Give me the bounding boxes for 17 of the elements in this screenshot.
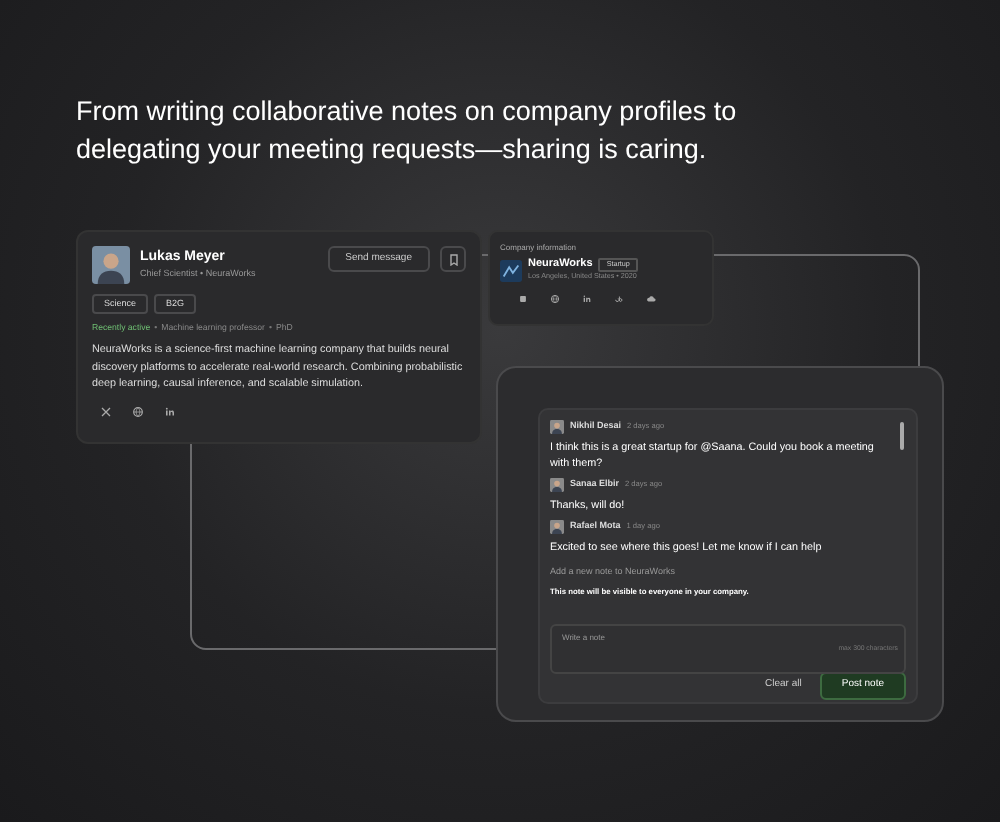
cloud-icon[interactable] (646, 294, 656, 304)
company-logo (500, 259, 522, 281)
globe-icon[interactable] (132, 406, 144, 419)
scrollbar[interactable] (900, 422, 904, 450)
avatar (550, 520, 564, 534)
square-icon[interactable] (518, 294, 528, 304)
bookmark-icon (447, 253, 459, 265)
linkedin-icon[interactable] (582, 294, 592, 304)
headline: From writing collaborative notes on company profiles to delegating your meeting requests—sharing is caring. (76, 94, 739, 168)
cb-logo-icon[interactable] (614, 294, 624, 304)
avatar (550, 478, 564, 492)
globe-icon[interactable] (550, 294, 560, 304)
avatar (550, 420, 564, 434)
avatar (92, 246, 130, 284)
bookmark-button[interactable] (440, 246, 466, 272)
linkedin-icon[interactable] (164, 406, 176, 419)
x-logo-icon[interactable] (100, 406, 112, 419)
